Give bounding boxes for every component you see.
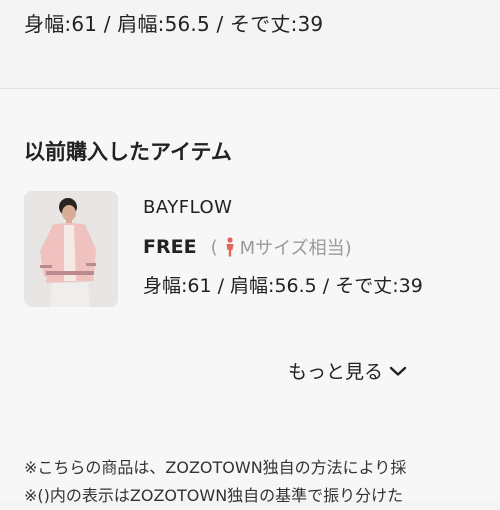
previous-measurement-section: 身幅:61 / 肩幅:56.5 / そで丈:39 [0,0,500,88]
show-more-label: もっと見る [288,361,384,383]
size-equivalent-note: ( Mサイズ相当) [211,234,352,260]
chevron-down-icon [389,366,407,376]
item-size-line: FREE ( Mサイズ相当) [143,234,352,260]
person-icon [226,237,234,257]
measurement-text: 身幅:61 / 肩幅:56.5 / そで丈:39 [24,12,324,36]
model-photo-icon [24,191,118,307]
item-thumbnail[interactable] [24,191,118,307]
size-note-label: Mサイズ相当) [239,238,352,259]
purchase-history-section: 以前購入したアイテム BAYFLOW FREE (Mサイズ相当) 身幅:61 … [0,89,500,505]
note-line: ※こちらの商品は、ZOZOTOWN独自の方法により採 [24,458,407,477]
item-size: FREE [143,236,197,258]
purchased-item[interactable]: BAYFLOW FREE ( Mサイズ相当) 身幅:61 / 肩幅:56.5 /… [0,191,500,311]
section-title: 以前購入したアイテム [24,140,232,164]
size-note-open-paren: ( [210,236,218,258]
item-brand: BAYFLOW [143,197,233,218]
notes-section: ※こちらの商品は、ZOZOTOWN独自の方法により採 ※()内の表示はZOZOT… [24,454,500,510]
note-line: ※()内の表示はZOZOTOWN独自の基準で振り分けた [24,486,404,505]
item-measurements: 身幅:61 / 肩幅:56.5 / そで丈:39 [143,275,423,297]
show-more-button[interactable]: もっと見る [288,357,407,384]
